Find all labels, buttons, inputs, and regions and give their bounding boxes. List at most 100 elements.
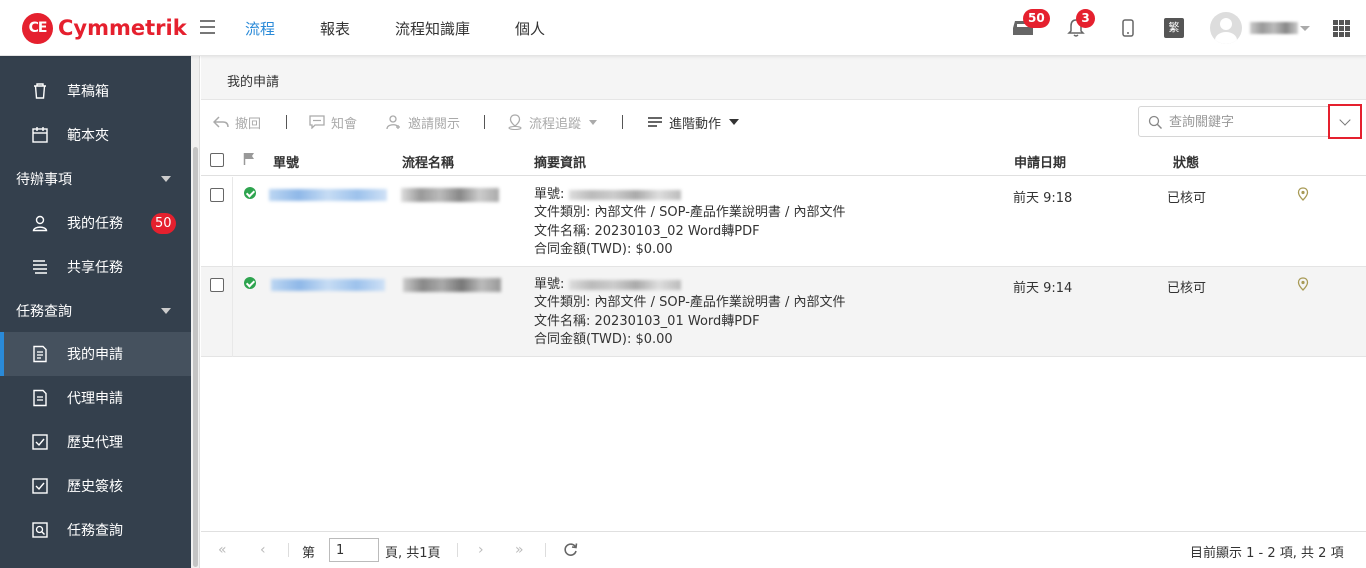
user-menu-caret-icon[interactable] bbox=[1300, 26, 1310, 31]
search-input[interactable] bbox=[1169, 113, 1319, 131]
next-page-icon[interactable]: › bbox=[478, 542, 484, 558]
sidebar-group-label: 待辦事項 bbox=[16, 172, 72, 188]
summary-doc-name: 文件名稱: 20230103_02 Word轉PDF bbox=[534, 223, 760, 239]
pager-divider bbox=[545, 543, 546, 557]
add-user-icon bbox=[386, 115, 400, 130]
sidebar-item-proxy-applications[interactable]: 代理申請 bbox=[0, 376, 191, 420]
approved-check-icon bbox=[244, 277, 256, 289]
summary-info: 單號: 文件類別: 內部文件 / SOP-產品作業說明書 / 內部文件 文件名稱… bbox=[534, 186, 846, 259]
page-number-input[interactable] bbox=[329, 538, 379, 562]
sidebar-item-my-applications[interactable]: 我的申請 bbox=[0, 332, 191, 376]
trash-icon bbox=[31, 82, 49, 100]
prev-page-icon[interactable]: ‹ bbox=[260, 542, 266, 558]
col-header-no[interactable]: 單號 bbox=[273, 152, 299, 171]
avatar[interactable] bbox=[1210, 12, 1242, 44]
bell-badge: 3 bbox=[1076, 9, 1095, 28]
sidebar-group-todo[interactable]: 待辦事項 bbox=[0, 157, 191, 201]
sidebar-item-my-tasks[interactable]: 我的任務 50 bbox=[0, 201, 191, 245]
apply-date: 前天 9:14 bbox=[1013, 281, 1073, 296]
map-pin-icon[interactable] bbox=[1297, 187, 1309, 206]
sidebar-item-label: 歷史簽核 bbox=[67, 479, 123, 495]
summary-no-label: 單號: bbox=[534, 187, 565, 202]
advanced-actions-button[interactable]: 進階動作 bbox=[647, 113, 740, 132]
pager-divider bbox=[288, 543, 289, 557]
search-icon bbox=[1148, 115, 1163, 134]
sidebar-item-drafts[interactable]: 草稿箱 bbox=[0, 69, 191, 113]
advanced-actions-label: 進階動作 bbox=[669, 116, 722, 132]
toolbar-divider bbox=[622, 115, 623, 129]
brand-name: Cymmetrik bbox=[58, 16, 187, 40]
user-name-blurred[interactable] bbox=[1250, 22, 1298, 34]
menu-toggle-icon[interactable] bbox=[200, 20, 215, 34]
nav-knowledge[interactable]: 流程知識庫 bbox=[395, 18, 470, 39]
sidebar-item-label: 我的任務 bbox=[67, 216, 123, 232]
flag-icon[interactable] bbox=[243, 152, 255, 169]
summary-no-label: 單號: bbox=[534, 277, 565, 292]
brand-logo[interactable]: CE Cymmetrik bbox=[22, 12, 187, 44]
task-count-badge: 50 bbox=[151, 213, 176, 234]
col-header-summary[interactable]: 摘要資訊 bbox=[534, 152, 586, 171]
sidebar-item-task-query[interactable]: 任務查詢 bbox=[0, 508, 191, 552]
row-checkbox[interactable] bbox=[210, 188, 224, 202]
status-text: 已核可 bbox=[1167, 281, 1207, 296]
notify-button[interactable]: 知會 bbox=[309, 113, 358, 132]
toolbar-divider bbox=[286, 115, 287, 129]
form-number-link-blurred[interactable] bbox=[271, 279, 385, 291]
sidebar-item-templates[interactable]: 範本夾 bbox=[0, 113, 191, 157]
comment-icon bbox=[309, 115, 325, 129]
sidebar-item-history-proxy[interactable]: 歷史代理 bbox=[0, 420, 191, 464]
map-pin-icon bbox=[508, 114, 522, 130]
scrollbar-thumb[interactable] bbox=[193, 147, 198, 567]
pager-summary: 目前顯示 1 - 2 項, 共 2 項 bbox=[1190, 546, 1344, 561]
approved-check-icon bbox=[244, 187, 256, 199]
sidebar: 草稿箱 範本夾 待辦事項 我的任務 50 共享任務 任務查詢 我的申請 代理申請… bbox=[0, 56, 191, 568]
summary-amount: 合同金額(TWD): $0.00 bbox=[534, 241, 673, 257]
shared-tasks-icon bbox=[31, 258, 49, 276]
row-checkbox[interactable] bbox=[210, 278, 224, 292]
table-header: 單號 流程名稱 摘要資訊 申請日期 狀態 bbox=[201, 144, 1366, 176]
logo-mark-icon: CE bbox=[22, 12, 53, 44]
sidebar-item-label: 任務查詢 bbox=[67, 523, 123, 539]
sidebar-item-label: 草稿箱 bbox=[67, 84, 109, 100]
summary-no-blurred bbox=[568, 279, 681, 290]
table-row[interactable]: 單號: 文件類別: 內部文件 / SOP-產品作業說明書 / 內部文件 文件名稱… bbox=[201, 267, 1366, 357]
form-number-link-blurred[interactable] bbox=[269, 189, 387, 201]
select-all-checkbox[interactable] bbox=[210, 153, 224, 167]
last-page-icon[interactable]: » bbox=[515, 542, 524, 558]
col-header-date[interactable]: 申請日期 bbox=[1014, 152, 1066, 171]
search-box bbox=[1138, 104, 1362, 139]
nav-flow[interactable]: 流程 bbox=[245, 18, 275, 39]
sidebar-group-label: 任務查詢 bbox=[16, 304, 72, 320]
nav-reports[interactable]: 報表 bbox=[320, 18, 350, 39]
caret-down-icon bbox=[729, 119, 740, 125]
trace-button[interactable]: 流程追蹤 bbox=[507, 113, 598, 132]
language-switch[interactable]: 繁 bbox=[1164, 18, 1184, 38]
page-title: 我的申請 bbox=[227, 75, 280, 90]
first-page-icon[interactable]: « bbox=[218, 542, 227, 558]
invite-button[interactable]: 邀請閱示 bbox=[386, 113, 461, 132]
invite-label: 邀請閱示 bbox=[408, 116, 461, 132]
undo-icon bbox=[213, 116, 229, 128]
col-header-flow[interactable]: 流程名稱 bbox=[402, 152, 454, 171]
col-header-status[interactable]: 狀態 bbox=[1173, 152, 1199, 171]
nav-personal[interactable]: 個人 bbox=[515, 18, 545, 39]
sidebar-item-history-signoff[interactable]: 歷史簽核 bbox=[0, 464, 191, 508]
apps-grid-icon[interactable] bbox=[1333, 20, 1350, 37]
refresh-icon[interactable] bbox=[563, 542, 578, 561]
sidebar-item-label: 共享任務 bbox=[67, 260, 123, 276]
sidebar-item-label: 範本夾 bbox=[67, 128, 109, 144]
summary-doc-type: 文件類別: 內部文件 / SOP-產品作業說明書 / 內部文件 bbox=[534, 205, 846, 221]
withdraw-button[interactable]: 撤回 bbox=[213, 113, 261, 132]
map-pin-icon[interactable] bbox=[1297, 277, 1309, 296]
sidebar-item-shared-tasks[interactable]: 共享任務 bbox=[0, 245, 191, 289]
sidebar-group-query[interactable]: 任務查詢 bbox=[0, 289, 191, 333]
caret-down-icon bbox=[161, 176, 171, 182]
sidebar-scrollbar[interactable] bbox=[191, 56, 200, 568]
notify-label: 知會 bbox=[331, 116, 358, 132]
table-row[interactable]: 單號: 文件類別: 內部文件 / SOP-產品作業說明書 / 內部文件 文件名稱… bbox=[201, 177, 1366, 267]
breadcrumb: 我的申請 bbox=[201, 56, 1366, 100]
mobile-icon[interactable] bbox=[1122, 19, 1134, 41]
toolbar-divider bbox=[484, 115, 485, 129]
page-suffix: 頁, 共1頁 bbox=[385, 546, 441, 561]
search-options-dropdown-icon[interactable] bbox=[1328, 104, 1362, 139]
